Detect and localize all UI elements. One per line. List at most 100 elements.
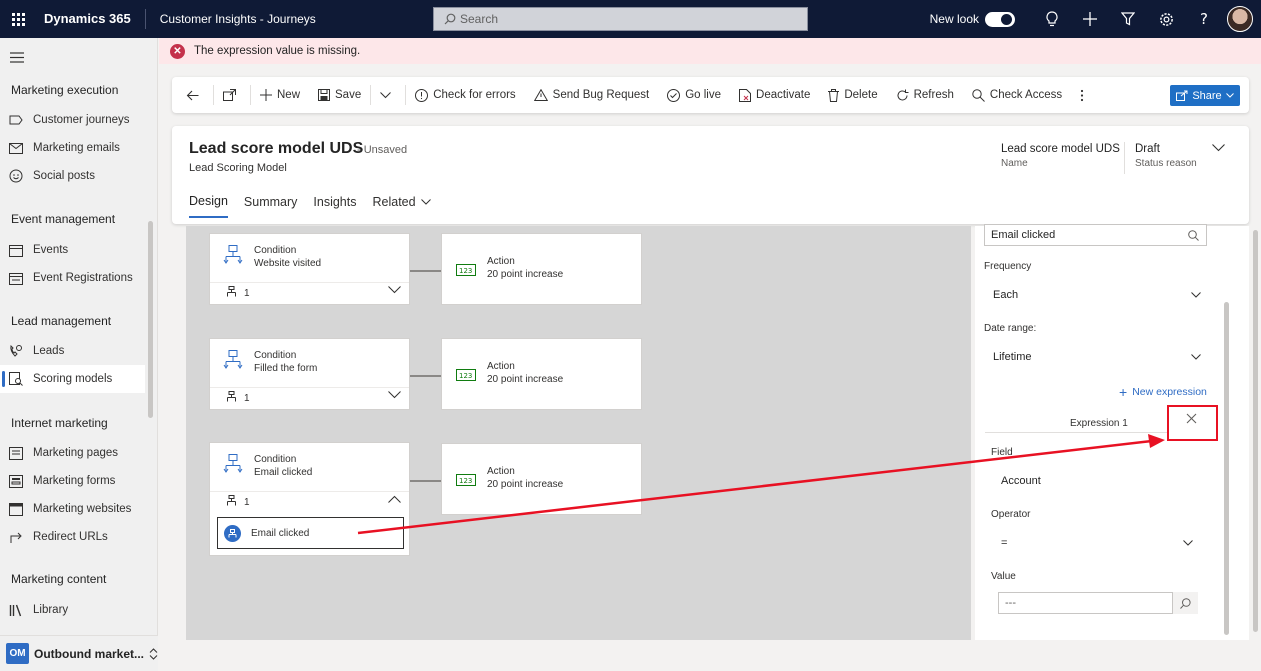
condition-count: 1 xyxy=(244,393,250,404)
chevron-down-icon xyxy=(380,91,392,98)
email-clicked-item[interactable]: Email clicked xyxy=(217,517,404,549)
help-icon[interactable]: ? xyxy=(1185,0,1223,38)
go-live-button[interactable]: Go live xyxy=(658,77,730,113)
share-label: Share xyxy=(1192,89,1222,102)
more-commands-button[interactable] xyxy=(1071,77,1098,113)
page-scrollbar[interactable] xyxy=(1253,230,1258,632)
plus-icon: + xyxy=(1119,384,1128,400)
condition-node-filled-the-form[interactable]: Condition Filled the form 1 xyxy=(209,338,410,410)
chevron-up-down-icon xyxy=(149,647,158,660)
area-switcher[interactable]: OM Outbound market... xyxy=(0,635,158,671)
filter-icon[interactable] xyxy=(1109,0,1147,38)
expand-header-chevron-icon[interactable] xyxy=(1212,144,1225,152)
gear-icon[interactable] xyxy=(1147,0,1185,38)
brand-name[interactable]: Dynamics 365 xyxy=(36,9,146,29)
action-node[interactable]: 123 Action 20 point increase xyxy=(441,443,642,515)
sidebar-item-social-posts[interactable]: Social posts xyxy=(0,162,145,190)
new-look-toggle[interactable] xyxy=(985,11,1015,27)
scoring-icon xyxy=(9,372,23,386)
tab-insights[interactable]: Insights xyxy=(313,194,356,218)
sidebar-item-marketing-forms[interactable]: Marketing forms xyxy=(0,467,145,495)
save-options-button[interactable] xyxy=(371,77,405,113)
chevron-down-icon[interactable] xyxy=(388,391,401,399)
node-name: Email clicked xyxy=(254,467,313,478)
value-input[interactable]: --- xyxy=(998,592,1173,614)
sidebar-item-customer-journeys[interactable]: Customer journeys xyxy=(0,106,145,134)
header-field-value: Lead score model UDS xyxy=(1001,143,1120,155)
send-bug-label: Send Bug Request xyxy=(552,89,650,101)
share-button[interactable]: Share xyxy=(1170,85,1240,106)
refresh-button[interactable]: Refresh xyxy=(887,77,963,113)
back-button[interactable] xyxy=(184,77,213,113)
check-errors-button[interactable]: Check for errors xyxy=(406,77,524,113)
registration-icon xyxy=(9,272,23,285)
search-input[interactable]: Search xyxy=(433,7,808,31)
branch-icon xyxy=(227,391,236,402)
delete-button[interactable]: Delete xyxy=(819,77,886,113)
number-icon: 123 xyxy=(456,369,476,381)
value-lookup-button[interactable] xyxy=(1173,592,1198,614)
hamburger-icon[interactable] xyxy=(10,52,24,63)
plus-icon[interactable] xyxy=(1071,0,1109,38)
sidebar-item-library[interactable]: Library xyxy=(0,596,145,624)
sidebar-item-scoring-models[interactable]: Scoring models xyxy=(0,365,145,393)
leads-icon xyxy=(10,344,22,357)
command-bar: New Save Check for errors Send Bug Reque… xyxy=(172,77,1249,113)
date-range-select[interactable]: Lifetime xyxy=(993,351,1201,363)
date-range-label: Date range: xyxy=(984,323,1037,334)
chevron-down-icon[interactable] xyxy=(388,286,401,294)
area-badge: OM xyxy=(6,643,29,664)
check-circle-icon xyxy=(667,88,681,102)
avatar[interactable] xyxy=(1227,6,1253,32)
sidebar-item-redirect-urls[interactable]: Redirect URLs xyxy=(0,523,145,551)
tab-design[interactable]: Design xyxy=(189,194,228,218)
sidebar-item-marketing-emails[interactable]: Marketing emails xyxy=(0,134,145,162)
frequency-value: Each xyxy=(993,289,1019,301)
popout-icon xyxy=(223,89,236,101)
error-message: The expression value is missing. xyxy=(194,45,361,57)
sidebar-item-label: Customer journeys xyxy=(33,114,130,126)
new-button[interactable]: New xyxy=(251,77,309,113)
search-placeholder: Search xyxy=(460,12,499,26)
node-name: Website visited xyxy=(254,258,322,269)
sidebar-item-leads[interactable]: Leads xyxy=(0,337,145,365)
sidebar-item-events[interactable]: Events xyxy=(0,236,145,264)
error-icon: ✕ xyxy=(170,43,185,59)
lightbulb-icon[interactable] xyxy=(1033,0,1071,38)
svg-text:123: 123 xyxy=(459,372,472,380)
tab-related[interactable]: Related xyxy=(373,194,431,218)
node-type: Condition xyxy=(254,245,297,256)
app-launcher-icon[interactable] xyxy=(0,0,36,38)
new-expression-button[interactable]: + New expression xyxy=(1119,384,1207,400)
chevron-up-icon[interactable] xyxy=(388,495,401,503)
chevron-down-icon xyxy=(1191,354,1201,360)
save-button[interactable]: Save xyxy=(309,77,370,113)
node-name: 20 point increase xyxy=(487,479,564,490)
sidebar-item-marketing-pages[interactable]: Marketing pages xyxy=(0,439,145,467)
deactivate-button[interactable]: Deactivate xyxy=(730,77,819,113)
sidebar-item-label: Redirect URLs xyxy=(33,531,108,543)
action-node[interactable]: 123 Action 20 point increase xyxy=(441,233,642,305)
operator-select[interactable]: = xyxy=(1001,537,1193,549)
send-bug-button[interactable]: Send Bug Request xyxy=(525,77,659,113)
sidebar-scrollbar[interactable] xyxy=(148,221,153,418)
check-access-button[interactable]: Check Access xyxy=(963,77,1071,113)
expression-title: Expression 1 xyxy=(1070,418,1128,429)
trigger-search-input[interactable]: Email clicked xyxy=(984,224,1207,246)
number-icon: 123 xyxy=(456,474,476,486)
action-node[interactable]: 123 Action 20 point increase xyxy=(441,338,642,410)
sidebar-item-marketing-websites[interactable]: Marketing websites xyxy=(0,495,145,523)
condition-icon xyxy=(223,245,243,264)
frequency-select[interactable]: Each xyxy=(993,289,1201,301)
condition-node-website-visited[interactable]: Condition Website visited 1 xyxy=(209,233,410,305)
tab-summary[interactable]: Summary xyxy=(244,194,297,218)
go-live-label: Go live xyxy=(685,89,722,101)
properties-scrollbar[interactable] xyxy=(1224,302,1229,635)
sidebar-item-event-registrations[interactable]: Event Registrations xyxy=(0,264,145,292)
app-name[interactable]: Customer Insights - Journeys xyxy=(146,12,316,26)
popout-button[interactable] xyxy=(214,77,250,113)
branch-icon xyxy=(227,286,236,297)
calendar-icon xyxy=(9,244,23,257)
new-expression-label: New expression xyxy=(1132,386,1207,398)
field-value[interactable]: Account xyxy=(1001,475,1151,487)
